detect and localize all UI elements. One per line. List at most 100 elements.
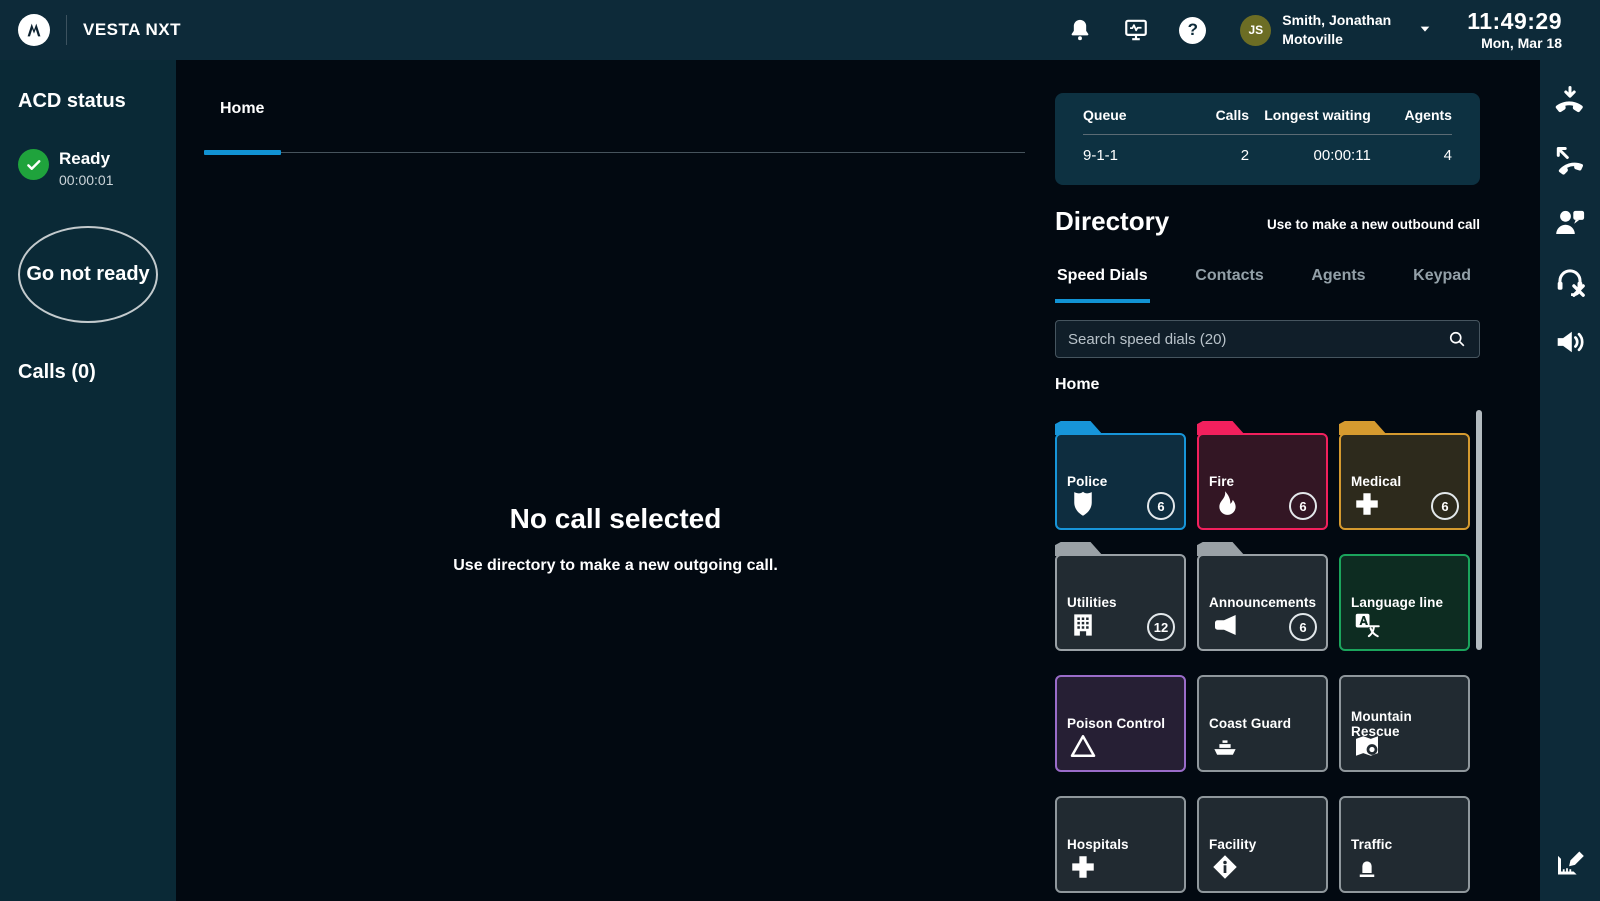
tile-label: Traffic — [1351, 837, 1392, 852]
layout-editor-button[interactable] — [1552, 843, 1588, 879]
megaphone-icon — [1210, 610, 1240, 640]
speed-dial-grid: Police 6 Fire 6 Medical 6 Utilities 12 A… — [1055, 433, 1470, 893]
queue-summary-card: Queue Calls Longest waiting Agents 9-1-1… — [1055, 93, 1480, 185]
speed-dial-tile-facility[interactable]: Facility — [1197, 796, 1328, 893]
avatar: JS — [1240, 15, 1271, 46]
acd-status-row: Ready 00:00:01 — [18, 149, 158, 188]
queue-header: Calls — [1197, 107, 1249, 123]
phone-callback-icon — [1552, 144, 1588, 180]
warning-triangle-icon — [1068, 731, 1098, 761]
ready-check-icon — [18, 149, 49, 180]
folder-tab — [1197, 421, 1245, 435]
tile-label: Utilities — [1067, 595, 1117, 610]
speaker-icon — [1552, 324, 1588, 360]
medical-cross-icon — [1352, 489, 1382, 519]
directory-tab-agents[interactable]: Agents — [1309, 267, 1367, 303]
speed-dial-tile-mountain-rescue[interactable]: Mountain Rescue — [1339, 675, 1470, 772]
directory-title: Directory — [1055, 206, 1169, 237]
motorola-logo-icon — [18, 14, 50, 46]
tile-label: Announcements — [1209, 595, 1316, 610]
clock-time: 11:49:29 — [1467, 9, 1562, 33]
folder-tab — [1339, 421, 1387, 435]
phone-answer-icon — [1552, 84, 1588, 120]
info-diamond-icon — [1210, 852, 1240, 882]
speed-dial-tile-announcements[interactable]: Announcements 6 — [1197, 554, 1328, 651]
tile-count-badge: 6 — [1431, 492, 1459, 520]
tile-label: Police — [1067, 474, 1107, 489]
tile-count-badge: 6 — [1289, 613, 1317, 641]
tile-label: Facility — [1209, 837, 1256, 852]
directory-tabs: Speed Dials Contacts Agents Keypad — [1055, 267, 1473, 303]
police-badge-icon — [1068, 489, 1098, 519]
user-location: Motoville — [1282, 31, 1343, 47]
speed-dial-tile-medical[interactable]: Medical 6 — [1339, 433, 1470, 530]
queue-header-row: Queue Calls Longest waiting Agents — [1083, 107, 1452, 123]
bell-icon — [1067, 17, 1093, 43]
vesta-nxt-screen: VESTA NXT ? JS Smith, Jonathan Motoville… — [0, 0, 1600, 901]
clock: 11:49:29 Mon, Mar 18 — [1467, 9, 1562, 51]
search-icon[interactable] — [1447, 329, 1467, 349]
tile-label: Coast Guard — [1209, 716, 1291, 731]
answer-call-button[interactable] — [1552, 84, 1588, 120]
speed-dial-tile-fire[interactable]: Fire 6 — [1197, 433, 1328, 530]
speed-dial-tile-traffic[interactable]: Traffic — [1339, 796, 1470, 893]
directory-tab-keypad[interactable]: Keypad — [1411, 267, 1473, 303]
queue-calls: 2 — [1197, 147, 1249, 164]
boat-icon — [1210, 731, 1240, 761]
speed-dial-tile-coast-guard[interactable]: Coast Guard — [1197, 675, 1328, 772]
search-input[interactable] — [1068, 331, 1447, 348]
tile-label: Poison Control — [1067, 716, 1165, 731]
queue-header: Queue — [1083, 107, 1197, 123]
speed-dial-tile-poison-control[interactable]: Poison Control — [1055, 675, 1186, 772]
ruler-pencil-icon — [1552, 843, 1588, 879]
folder-tab — [1197, 542, 1245, 556]
agent-chat-button[interactable] — [1552, 204, 1588, 240]
speed-dial-tile-police[interactable]: Police 6 — [1055, 433, 1186, 530]
notifications-button[interactable] — [1067, 17, 1093, 43]
speed-dial-tile-language-line[interactable]: Language line — [1339, 554, 1470, 651]
empty-state-hint: Use directory to make a new outgoing cal… — [176, 557, 1055, 575]
empty-state-title: No call selected — [176, 503, 1055, 535]
tile-label: Language line — [1351, 595, 1443, 610]
directory-scrollbar[interactable] — [1476, 410, 1482, 650]
active-tab-indicator — [204, 150, 281, 155]
chevron-down-icon — [1417, 21, 1433, 40]
empty-call-state: No call selected Use directory to make a… — [176, 503, 1055, 575]
user-menu[interactable]: JS Smith, Jonathan Motoville — [1240, 11, 1433, 49]
medical-cross-icon — [1068, 852, 1098, 882]
monitor-icon — [1123, 17, 1149, 43]
queue-name: 9-1-1 — [1083, 147, 1197, 164]
acd-status-title: ACD status — [18, 90, 158, 113]
acd-sidebar: ACD status Ready 00:00:01 Go not ready C… — [0, 60, 176, 901]
clock-date: Mon, Mar 18 — [1467, 35, 1562, 51]
folder-tab — [1055, 421, 1103, 435]
queue-separator — [1083, 134, 1452, 135]
callback-call-button[interactable] — [1552, 144, 1588, 180]
speed-dial-tile-utilities[interactable]: Utilities 12 — [1055, 554, 1186, 651]
acd-status-label: Ready — [59, 149, 114, 169]
queue-agents: 4 — [1371, 147, 1452, 164]
building-icon — [1068, 610, 1098, 640]
queue-header: Agents — [1371, 107, 1452, 123]
right-panel: Queue Calls Longest waiting Agents 9-1-1… — [1055, 60, 1482, 901]
flame-icon — [1210, 489, 1240, 519]
app-title: VESTA NXT — [83, 20, 181, 40]
tile-label: Medical — [1351, 474, 1401, 489]
directory-tab-speed-dials[interactable]: Speed Dials — [1055, 267, 1150, 303]
tabline-rule — [281, 152, 1025, 153]
directory-tab-contacts[interactable]: Contacts — [1193, 267, 1265, 303]
go-not-ready-button[interactable]: Go not ready — [18, 226, 158, 323]
tab-home[interactable]: Home — [204, 100, 280, 118]
headset-x-icon — [1552, 264, 1588, 300]
speed-dial-tile-hospitals[interactable]: Hospitals — [1055, 796, 1186, 893]
tile-label: Fire — [1209, 474, 1234, 489]
help-button[interactable]: ? — [1179, 17, 1206, 44]
headset-mute-button[interactable] — [1552, 264, 1588, 300]
speed-dial-search — [1055, 320, 1480, 358]
calls-section-title: Calls (0) — [18, 361, 158, 384]
siren-icon — [1352, 852, 1382, 882]
system-monitor-button[interactable] — [1123, 17, 1149, 43]
volume-button[interactable] — [1552, 324, 1588, 360]
tile-count-badge: 6 — [1147, 492, 1175, 520]
directory-hint: Use to make a new outbound call — [1267, 217, 1480, 237]
